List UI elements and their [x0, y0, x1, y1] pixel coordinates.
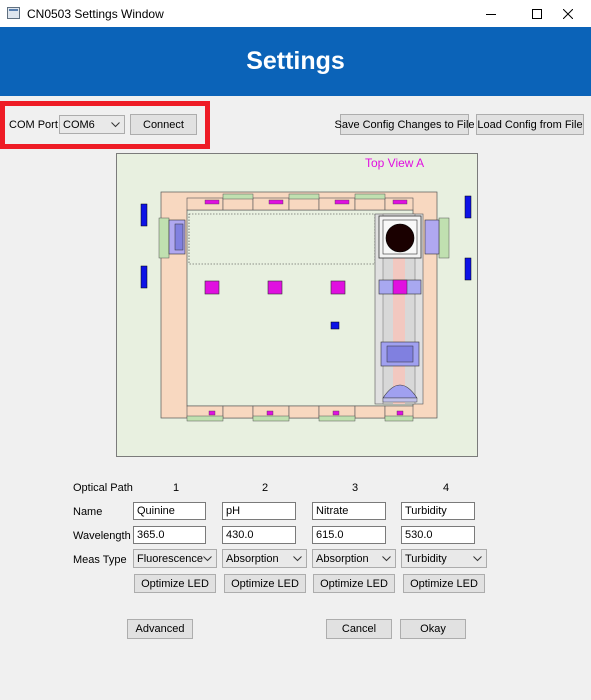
path-number-3: 3 [352, 482, 359, 494]
connect-button[interactable]: Connect [130, 114, 197, 135]
meas-type-select-1[interactable]: Fluorescence [133, 549, 217, 568]
optimize-led-button-4[interactable]: Optimize LED [403, 574, 485, 593]
name-field-2[interactable]: pH [222, 502, 296, 520]
okay-button[interactable]: Okay [400, 619, 466, 639]
meas-type-select-3[interactable]: Absorption [312, 549, 396, 568]
wavelength-field-3[interactable]: 615.0 [312, 526, 386, 544]
com-port-label: COM Port [9, 119, 58, 131]
name-field-3[interactable]: Nitrate [312, 502, 386, 520]
wavelength-field-2[interactable]: 430.0 [222, 526, 296, 544]
meas-type-select-4[interactable]: Turbidity [401, 549, 487, 568]
meas-type-value-4: Turbidity [405, 552, 447, 565]
title-bar: CN0503 Settings Window [0, 0, 591, 27]
optimize-led-button-3[interactable]: Optimize LED [313, 574, 395, 593]
board-layout-graphic [140, 191, 472, 422]
meas-type-value-1: Fluorescence [137, 552, 204, 565]
path-number-4: 4 [443, 482, 450, 494]
meas-type-value-3: Absorption [316, 552, 369, 565]
settings-banner: Settings [0, 27, 591, 96]
chevron-down-icon [293, 555, 302, 561]
minimize-button[interactable] [468, 0, 514, 27]
chevron-down-icon [382, 555, 391, 561]
wavelength-field-4[interactable]: 530.0 [401, 526, 475, 544]
chevron-down-icon [111, 121, 120, 127]
wavelength-field-1[interactable]: 365.0 [133, 526, 206, 544]
optical-path-label: Optical Path [73, 482, 133, 494]
close-button[interactable] [545, 0, 591, 27]
save-config-button[interactable]: Save Config Changes to File [334, 114, 475, 135]
chevron-down-icon [203, 555, 212, 561]
name-field-1[interactable]: Quinine [133, 502, 206, 520]
name-field-4[interactable]: Turbidity [401, 502, 475, 520]
meas-type-value-2: Absorption [226, 552, 279, 565]
app-window-icon [7, 7, 20, 19]
com-port-select[interactable]: COM6 [59, 115, 125, 134]
load-config-button[interactable]: Load Config from File [476, 114, 584, 135]
meas-type-select-2[interactable]: Absorption [222, 549, 307, 568]
com-port-value: COM6 [63, 118, 95, 131]
window-title: CN0503 Settings Window [27, 7, 164, 21]
close-icon [563, 8, 573, 19]
chevron-down-icon [473, 555, 482, 561]
top-view-diagram: Top View A [116, 153, 478, 457]
minimize-icon [486, 13, 496, 15]
wavelength-label: Wavelength [73, 530, 131, 542]
maximize-icon [532, 8, 542, 19]
view-label: Top View A [365, 156, 425, 170]
path-number-1: 1 [173, 482, 180, 494]
name-label: Name [73, 506, 103, 518]
cancel-button[interactable]: Cancel [326, 619, 392, 639]
path-number-2: 2 [262, 482, 269, 494]
optimize-led-button-1[interactable]: Optimize LED [134, 574, 216, 593]
optimize-led-button-2[interactable]: Optimize LED [224, 574, 306, 593]
banner-title: Settings [246, 47, 345, 75]
advanced-button[interactable]: Advanced [127, 619, 193, 639]
meas-type-label: Meas Type [73, 554, 127, 566]
